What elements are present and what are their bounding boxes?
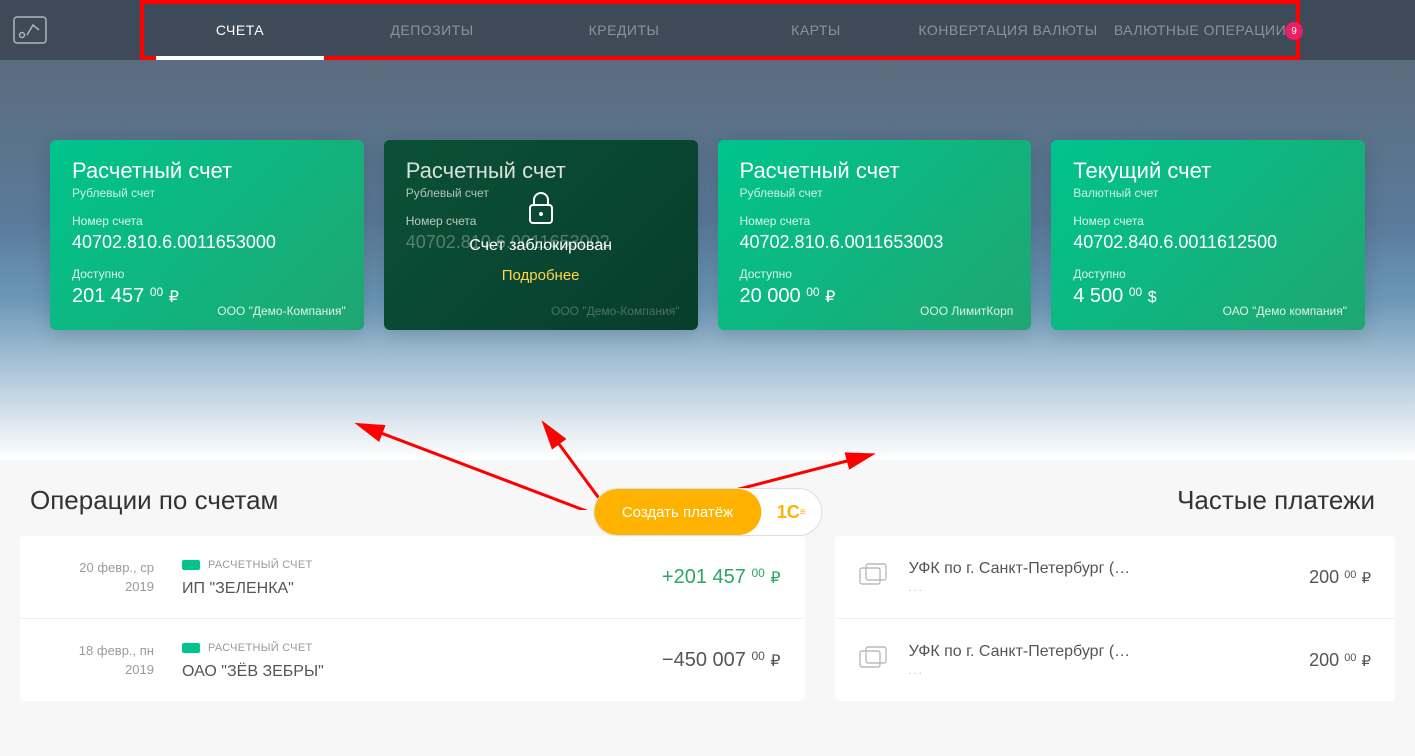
frequent-info: УФК по г. Санкт-Петербург (… ...: [887, 560, 1310, 594]
account-number: 40702.840.6.0011612500: [1073, 232, 1343, 253]
operation-account-type: РАСЧЕТНЫЙ СЧЕТ: [208, 642, 312, 654]
create-payment-button[interactable]: Создать платёж: [594, 489, 761, 535]
account-number-label: Номер счета: [740, 214, 1010, 228]
1c-button[interactable]: 1C≡: [761, 502, 821, 523]
blocked-overlay: Счет заблокирован Подробнее: [384, 140, 698, 330]
account-card-0[interactable]: Расчетный счет Рублевый счет Номер счета…: [50, 140, 364, 330]
frequent-list: УФК по г. Санкт-Петербург (… ... 200 00 …: [835, 536, 1395, 701]
account-company: ООО "Демо-Компания": [217, 304, 346, 318]
main-nav: СЧЕТА ДЕПОЗИТЫ КРЕДИТЫ КАРТЫ КОНВЕРТАЦИЯ…: [140, 0, 1300, 60]
frequent-row[interactable]: УФК по г. Санкт-Петербург (… ... 200 00 …: [835, 619, 1395, 701]
operation-info: РАСЧЕТНЫЙ СЧЕТ ИП "ЗЕЛЕНКА": [154, 556, 662, 598]
account-number: 40702.810.6.0011653000: [72, 232, 342, 253]
account-subtitle: Рублевый счет: [740, 186, 1010, 200]
available-label: Доступно: [740, 267, 1010, 281]
account-color-badge: [182, 560, 200, 570]
operation-amount: +201 457 00 ₽: [662, 566, 781, 589]
frequent-amount: 200 00 ₽: [1309, 567, 1371, 588]
create-payment-pill: Создать платёж 1C≡: [593, 488, 822, 536]
account-title: Текущий счет: [1073, 158, 1343, 184]
account-title: Расчетный счет: [72, 158, 342, 184]
frequent-payee: УФК по г. Санкт-Петербург (…: [909, 560, 1310, 578]
operation-amount: −450 007 00 ₽: [662, 649, 781, 672]
frequent-payee: УФК по г. Санкт-Петербург (…: [909, 643, 1310, 661]
nav-deposits[interactable]: ДЕПОЗИТЫ: [336, 4, 528, 56]
payment-icon: [859, 563, 887, 592]
lock-icon: [520, 187, 562, 229]
frequent-amount: 200 00 ₽: [1309, 650, 1371, 671]
frequent-sub: ...: [909, 665, 1310, 677]
account-number-label: Номер счета: [72, 214, 342, 228]
blocked-message: Счет заблокирован: [469, 237, 612, 255]
frequent-row[interactable]: УФК по г. Санкт-Петербург (… ... 200 00 …: [835, 536, 1395, 619]
payment-icon: [859, 646, 887, 675]
frequent-sub: ...: [909, 582, 1310, 594]
account-subtitle: Валютный счет: [1073, 186, 1343, 200]
top-navigation: СЧЕТА ДЕПОЗИТЫ КРЕДИТЫ КАРТЫ КОНВЕРТАЦИЯ…: [0, 0, 1415, 60]
blocked-details-link[interactable]: Подробнее: [502, 267, 580, 284]
account-number: 40702.810.6.0011653003: [740, 232, 1010, 253]
available-label: Доступно: [1073, 267, 1343, 281]
nav-cards[interactable]: КАРТЫ: [720, 4, 912, 56]
available-label: Доступно: [72, 267, 342, 281]
frequent-info: УФК по г. Санкт-Петербург (… ...: [887, 643, 1310, 677]
notification-badge[interactable]: 9: [1285, 22, 1303, 40]
operation-row[interactable]: 18 февр., пн2019 РАСЧЕТНЫЙ СЧЕТ ОАО "ЗЁВ…: [20, 619, 805, 701]
nav-currency-ops[interactable]: ВАЛЮТНЫЕ ОПЕРАЦИИ: [1104, 4, 1296, 56]
operation-account-type: РАСЧЕТНЫЙ СЧЕТ: [208, 559, 312, 571]
operation-date: 18 февр., пн2019: [44, 641, 154, 680]
frequent-column: Частые платежи УФК по г. Санкт-Петербург…: [835, 460, 1395, 701]
account-title: Расчетный счет: [740, 158, 1010, 184]
frequent-title: Частые платежи: [845, 485, 1375, 516]
account-color-badge: [182, 643, 200, 653]
account-cards-row: Расчетный счет Рублевый счет Номер счета…: [0, 140, 1415, 330]
account-card-2[interactable]: Расчетный счет Рублевый счет Номер счета…: [718, 140, 1032, 330]
nav-accounts[interactable]: СЧЕТА: [144, 4, 336, 56]
operation-counterparty: ИП "ЗЕЛЕНКА": [182, 580, 662, 598]
operation-date: 20 февр., ср2019: [44, 558, 154, 597]
operation-counterparty: ОАО "ЗЁВ ЗЕБРЫ": [182, 663, 662, 681]
dashboard-icon[interactable]: [0, 0, 60, 60]
nav-currency-conversion[interactable]: КОНВЕРТАЦИЯ ВАЛЮТЫ: [912, 4, 1104, 56]
operations-list: 20 февр., ср2019 РАСЧЕТНЫЙ СЧЕТ ИП "ЗЕЛЕ…: [20, 536, 805, 701]
account-company: ОАО "Демо компания": [1223, 304, 1347, 318]
operation-info: РАСЧЕТНЫЙ СЧЕТ ОАО "ЗЁВ ЗЕБРЫ": [154, 639, 662, 681]
operation-row[interactable]: 20 февр., ср2019 РАСЧЕТНЫЙ СЧЕТ ИП "ЗЕЛЕ…: [20, 536, 805, 619]
account-company: ООО ЛимитКорп: [920, 304, 1013, 318]
hero-area: Расчетный счет Рублевый счет Номер счета…: [0, 60, 1415, 460]
account-number-label: Номер счета: [1073, 214, 1343, 228]
account-card-1[interactable]: Расчетный счет Рублевый счет Номер счета…: [384, 140, 698, 330]
nav-credits[interactable]: КРЕДИТЫ: [528, 4, 720, 56]
account-card-3[interactable]: Текущий счет Валютный счет Номер счета 4…: [1051, 140, 1365, 330]
account-subtitle: Рублевый счет: [72, 186, 342, 200]
